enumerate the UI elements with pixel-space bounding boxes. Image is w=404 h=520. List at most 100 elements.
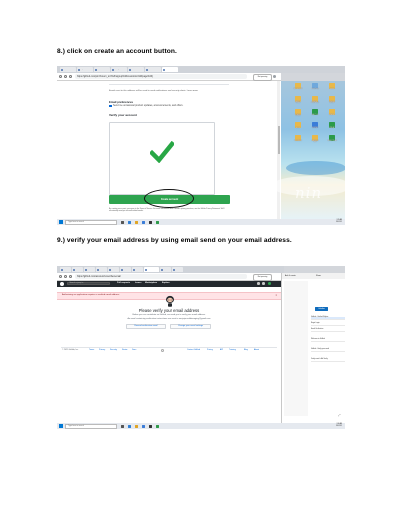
footer-link-terms[interactable]: Terms xyxy=(89,349,94,351)
desktop-icon[interactable]: GRADE 8 INSIDE xyxy=(327,95,337,105)
desktop-icon[interactable]: WEEKLY PLAN xyxy=(327,134,337,143)
nav-explore[interactable]: Explore xyxy=(162,282,170,284)
mail-list-item[interactable]: GitHub - Verified Skyline xyxy=(311,317,345,321)
desktop-icon[interactable]: PROGRESS xyxy=(293,134,303,143)
scrollbar-thumb[interactable] xyxy=(277,125,280,154)
task-view-icon[interactable] xyxy=(121,424,124,428)
taskbar-search[interactable]: Type here to search xyxy=(65,423,117,429)
app-icon[interactable] xyxy=(149,424,152,428)
desktop-icon[interactable]: LEARNING TASK xyxy=(310,134,320,144)
mail-list-item[interactable]: Welcome to GitHub xyxy=(311,339,345,343)
reload-icon[interactable] xyxy=(69,75,72,78)
mail-toolbar-item[interactable]: Show xyxy=(316,275,321,277)
screenshot-create-account: AP CTE https:/ Welcom Verify Github ve D… xyxy=(57,66,345,225)
file-explorer-icon[interactable] xyxy=(135,220,138,224)
desktop-icon[interactable]: SAMPLE CLASS xyxy=(293,95,303,105)
mail-list-item[interactable]: Nuget Login xyxy=(311,323,345,327)
desktop-icon[interactable]: GRADE 7 PORTFOLIO xyxy=(310,95,320,105)
browser-tab[interactable]: Github xyxy=(128,67,144,72)
back-icon[interactable] xyxy=(59,75,62,78)
close-icon[interactable]: × xyxy=(275,294,277,297)
nav-issues[interactable]: Issues xyxy=(135,282,141,284)
email-preferences-checkbox[interactable] xyxy=(109,104,112,107)
browser-tab[interactable]: Ve xyxy=(72,267,83,272)
profile-icon[interactable] xyxy=(273,75,276,78)
expand-icon[interactable]: ⤢ xyxy=(338,413,340,417)
file-explorer-icon[interactable] xyxy=(135,424,138,428)
mail-action-button[interactable]: Unfollow xyxy=(315,307,328,311)
footer-link-about[interactable]: About xyxy=(254,349,259,351)
mail-list-item[interactable]: GitHub - Verify your email xyxy=(311,349,345,353)
browser-tab-active[interactable]: Pe xyxy=(144,267,159,272)
store-icon[interactable] xyxy=(142,424,145,428)
edge-icon[interactable] xyxy=(128,424,131,428)
change-email-settings-button[interactable]: Change your email settings xyxy=(170,324,211,329)
verify-account-title: Verify your account xyxy=(109,112,137,117)
browser-tab[interactable]: G xyxy=(172,267,183,272)
browser-tab[interactable]: Welcom xyxy=(94,67,110,72)
footer-link-training[interactable]: Training xyxy=(229,349,236,351)
footer-link-privacy[interactable]: Privacy xyxy=(99,349,105,351)
browser-tab[interactable]: Co xyxy=(120,267,131,272)
nav-pull-requests[interactable]: Pull requests xyxy=(117,282,130,284)
mail-list-item[interactable]: Email Verification xyxy=(311,329,345,333)
browser-tab[interactable]: AP CTE xyxy=(60,67,76,72)
footer-link-security[interactable]: Security xyxy=(110,349,117,351)
verify-puzzle-box[interactable] xyxy=(109,121,215,195)
footer-link-pricing[interactable]: Pricing xyxy=(207,349,213,351)
forward-icon[interactable] xyxy=(64,75,67,78)
bell-icon[interactable] xyxy=(257,282,260,285)
desktop-icon-label: GRADE 7 xyxy=(329,114,335,116)
url-field[interactable]: https://github.com/account/unverified-em… xyxy=(75,274,247,279)
verify-email-title: Please verify your email address xyxy=(138,308,200,313)
resend-verification-button[interactable]: Resend verification email xyxy=(126,324,166,329)
edge-icon[interactable] xyxy=(128,220,131,224)
desktop-icon[interactable]: GRADE 7 xyxy=(327,108,337,117)
mail-list-item[interactable]: Verify email - Ask Verify xyxy=(311,359,345,363)
github-footer-logo-icon[interactable] xyxy=(161,348,164,352)
store-icon[interactable] xyxy=(142,220,145,224)
nav-marketplace[interactable]: Marketplace xyxy=(145,282,157,284)
github-search-input[interactable]: Search or jump to... xyxy=(67,281,110,286)
footer-link-status[interactable]: Status xyxy=(122,349,127,351)
app-icon[interactable] xyxy=(149,220,152,224)
chrome-icon[interactable] xyxy=(156,424,159,428)
footer-link-api[interactable]: API xyxy=(220,349,223,351)
desktop-icon[interactable]: BOOK xyxy=(293,121,303,130)
desktop-icon[interactable]: Timelines xyxy=(327,82,337,91)
browser-tab-active[interactable]: bd DS xyxy=(162,67,178,72)
desktop-icon[interactable]: LEARNER xyxy=(310,121,320,130)
taskbar-search[interactable]: Type here to search xyxy=(65,219,117,225)
browser-tab[interactable]: ve DI xyxy=(145,67,161,72)
windows-start-icon[interactable] xyxy=(59,424,63,428)
footer-link-blog[interactable]: Blog xyxy=(244,349,248,351)
back-icon[interactable] xyxy=(59,275,62,278)
github-main: Authorizing an application requires a ve… xyxy=(57,286,281,423)
plus-icon[interactable] xyxy=(262,282,265,285)
mail-toolbar-item[interactable]: Ask & create xyxy=(285,275,296,277)
desktop-icon[interactable]: DAILY LOG xyxy=(310,108,320,117)
task-view-icon[interactable] xyxy=(121,220,124,224)
browser-tab[interactable]: Na xyxy=(108,267,119,272)
windows-start-icon[interactable] xyxy=(59,220,63,224)
chrome-icon[interactable] xyxy=(156,220,159,224)
desktop-icon[interactable]: SCHOOL FORMS xyxy=(293,108,303,118)
footer-link-contact[interactable]: Contact GitHub xyxy=(187,349,200,351)
avatar[interactable] xyxy=(268,281,272,286)
browser-tab[interactable]: Verify xyxy=(111,67,127,72)
browser-tab[interactable]: AP CT xyxy=(60,267,71,272)
browser-tab[interactable]: G xyxy=(96,267,107,272)
browser-tab[interactable]: https:/ xyxy=(77,67,93,72)
reload-icon[interactable] xyxy=(69,275,72,278)
forward-icon[interactable] xyxy=(64,275,67,278)
browser-tab[interactable]: Ve xyxy=(160,267,171,272)
page-scrollbar[interactable] xyxy=(277,80,280,219)
browser-tab[interactable]: Mi xyxy=(132,267,143,272)
desktop-icon[interactable]: Inbox(Drive) xyxy=(310,82,320,91)
desktop-icon[interactable]: NEW FOLDER xyxy=(293,82,303,91)
url-field[interactable]: https://github.com/join?return_to=%2Fsig… xyxy=(75,74,247,79)
desktop-icon[interactable]: FRIDAY xyxy=(327,121,337,130)
browser-tab[interactable]: CM xyxy=(84,267,95,272)
github-logo-icon[interactable] xyxy=(60,281,64,286)
footer-link-docs[interactable]: Docs xyxy=(132,349,136,351)
